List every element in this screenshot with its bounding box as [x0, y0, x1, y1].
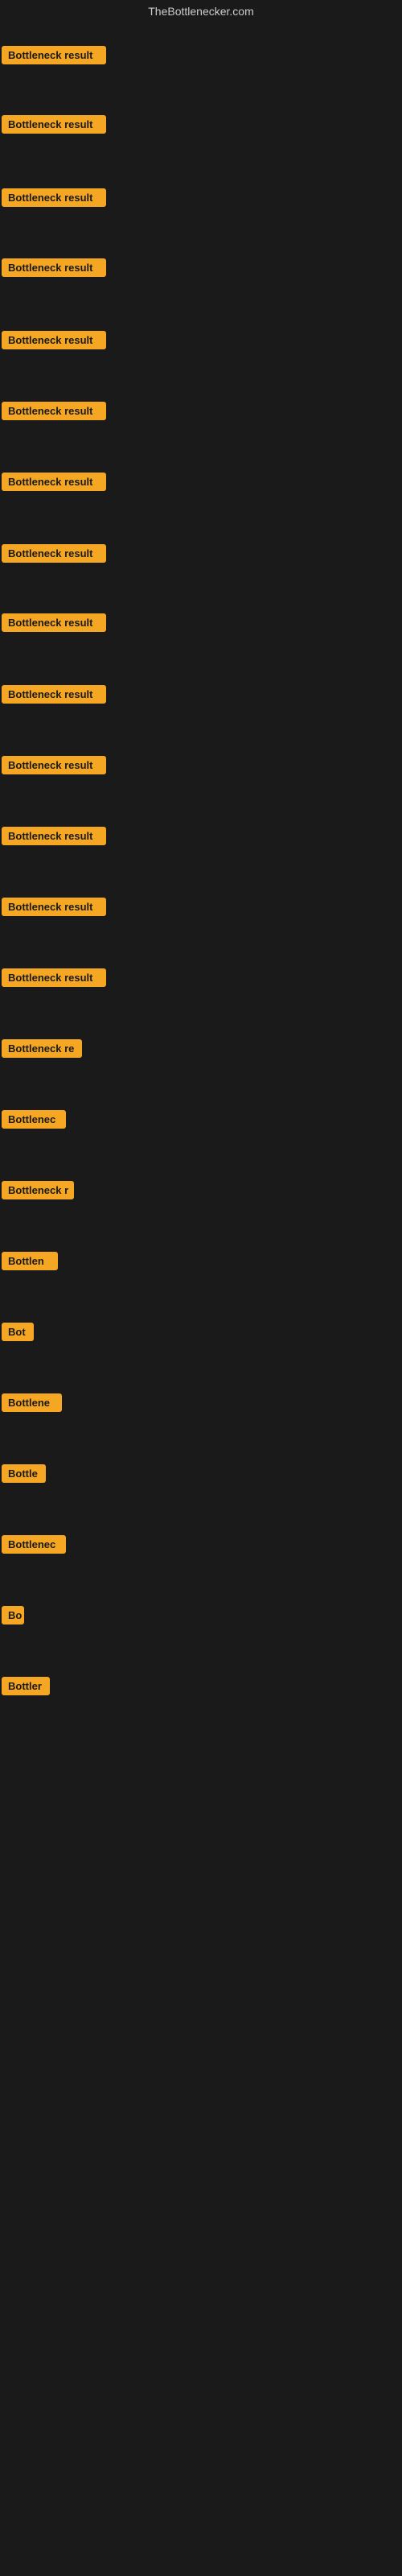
bottleneck-badge-15[interactable]: Bottleneck re [2, 1039, 82, 1058]
bottleneck-badge-18[interactable]: Bottlen [2, 1252, 58, 1270]
bottleneck-badge-19[interactable]: Bot [2, 1323, 34, 1341]
result-row-19: Bot [2, 1323, 34, 1345]
result-row-20: Bottlene [2, 1393, 62, 1416]
bottleneck-badge-7[interactable]: Bottleneck result [2, 473, 106, 491]
result-row-21: Bottle [2, 1464, 46, 1487]
result-row-6: Bottleneck result [2, 402, 106, 424]
bottleneck-badge-10[interactable]: Bottleneck result [2, 685, 106, 704]
result-row-4: Bottleneck result [2, 258, 106, 281]
result-row-10: Bottleneck result [2, 685, 106, 708]
bottleneck-badge-5[interactable]: Bottleneck result [2, 331, 106, 349]
result-row-3: Bottleneck result [2, 188, 106, 211]
result-row-16: Bottlenec [2, 1110, 66, 1133]
result-row-13: Bottleneck result [2, 898, 106, 920]
bottleneck-badge-22[interactable]: Bottlenec [2, 1535, 66, 1554]
bottleneck-badge-21[interactable]: Bottle [2, 1464, 46, 1483]
bottleneck-badge-3[interactable]: Bottleneck result [2, 188, 106, 207]
bottleneck-badge-17[interactable]: Bottleneck r [2, 1181, 74, 1199]
bottleneck-badge-12[interactable]: Bottleneck result [2, 827, 106, 845]
result-row-15: Bottleneck re [2, 1039, 82, 1062]
bottleneck-badge-20[interactable]: Bottlene [2, 1393, 62, 1412]
bottleneck-badge-1[interactable]: Bottleneck result [2, 46, 106, 64]
result-row-8: Bottleneck result [2, 544, 106, 567]
page-wrapper: TheBottlenecker.com Bottleneck result Bot… [0, 0, 402, 2576]
bottleneck-badge-8[interactable]: Bottleneck result [2, 544, 106, 563]
site-title: TheBottlenecker.com [0, 0, 402, 26]
result-row-9: Bottleneck result [2, 613, 106, 636]
bottleneck-badge-16[interactable]: Bottlenec [2, 1110, 66, 1129]
result-row-24: Bottler [2, 1677, 50, 1699]
result-row-17: Bottleneck r [2, 1181, 74, 1203]
bottleneck-badge-11[interactable]: Bottleneck result [2, 756, 106, 774]
result-row-23: Bo [2, 1606, 24, 1629]
bottleneck-badge-4[interactable]: Bottleneck result [2, 258, 106, 277]
result-row-14: Bottleneck result [2, 968, 106, 991]
bottleneck-badge-24[interactable]: Bottler [2, 1677, 50, 1695]
result-row-22: Bottlenec [2, 1535, 66, 1558]
result-row-5: Bottleneck result [2, 331, 106, 353]
result-row-18: Bottlen [2, 1252, 58, 1274]
bottleneck-badge-2[interactable]: Bottleneck result [2, 115, 106, 134]
result-row-1: Bottleneck result [2, 46, 106, 68]
bottleneck-badge-9[interactable]: Bottleneck result [2, 613, 106, 632]
bottleneck-badge-13[interactable]: Bottleneck result [2, 898, 106, 916]
result-row-12: Bottleneck result [2, 827, 106, 849]
result-row-2: Bottleneck result [2, 115, 106, 138]
result-row-7: Bottleneck result [2, 473, 106, 495]
bottleneck-badge-23[interactable]: Bo [2, 1606, 24, 1624]
bottleneck-badge-14[interactable]: Bottleneck result [2, 968, 106, 987]
bottleneck-badge-6[interactable]: Bottleneck result [2, 402, 106, 420]
result-row-11: Bottleneck result [2, 756, 106, 778]
